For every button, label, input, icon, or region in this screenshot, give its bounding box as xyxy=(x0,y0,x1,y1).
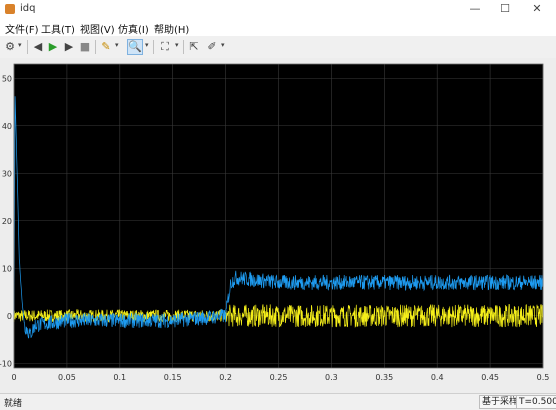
highlight-dropdown-icon[interactable]: ▾ xyxy=(115,41,121,49)
fit-dropdown-icon[interactable]: ▾ xyxy=(175,41,181,49)
toolbar-separator xyxy=(153,40,154,54)
y-tick-label: 50 xyxy=(2,74,12,83)
y-tick-label: 30 xyxy=(2,169,12,178)
x-tick-label: 0.4 xyxy=(431,373,444,382)
x-tick-label: 0.2 xyxy=(219,373,232,382)
x-tick-label: 0.3 xyxy=(325,373,338,382)
toolbar: ⚙ ▾ ◀ ▶ ▶ ■ ✎ ▾ 🔍 ▾ ⛶ ▾ ⇱ ✐ ▾ xyxy=(0,36,556,59)
scope-plot-area[interactable]: 0 0.05 0.1 0.15 0.2 0.25 0.3 0.35 0.4 0.45 0.5 -10 0… xyxy=(0,58,556,393)
style-icon[interactable]: ✐ xyxy=(205,40,219,54)
scope-axes[interactable]: 0 0.05 0.1 0.15 0.2 0.25 0.3 0.35 0.4 0.45 0.5 -10 0… xyxy=(0,58,556,393)
title-bar: idq — ☐ ✕ xyxy=(0,0,556,18)
stop-icon[interactable]: ■ xyxy=(78,40,92,54)
x-tick-label: 0 xyxy=(11,373,16,382)
y-tick-label: 0 xyxy=(7,312,12,321)
x-tick-label: 0.25 xyxy=(270,373,288,382)
menu-view[interactable]: 视图(V) xyxy=(80,21,115,36)
x-tick-label: 0.35 xyxy=(375,373,393,382)
run-icon[interactable]: ▶ xyxy=(46,40,60,54)
settings-dropdown-icon[interactable]: ▾ xyxy=(18,41,24,49)
fit-icon[interactable]: ⛶ xyxy=(158,40,172,54)
minimize-button[interactable]: — xyxy=(460,0,490,18)
y-tick-label: 40 xyxy=(2,122,12,131)
sample-mode-indicator: 基于采样 xyxy=(479,395,522,409)
toolbar-separator xyxy=(27,40,28,54)
y-tick-label: 10 xyxy=(2,264,12,273)
x-tick-label: 0.1 xyxy=(113,373,126,382)
style-dropdown-icon[interactable]: ▾ xyxy=(221,41,227,49)
y-tick-label: -10 xyxy=(0,359,12,368)
menu-bar: 文件(F) 工具(T) 视图(V) 仿真(I) 帮助(H) xyxy=(0,18,556,36)
menu-tools[interactable]: 工具(T) xyxy=(41,21,75,36)
cursor-icon[interactable]: ⇱ xyxy=(187,40,201,54)
x-tick-label: 0.05 xyxy=(58,373,76,382)
close-button[interactable]: ✕ xyxy=(522,0,552,18)
menu-file[interactable]: 文件(F) xyxy=(5,21,39,36)
zoom-dropdown-icon[interactable]: ▾ xyxy=(145,41,151,49)
x-tick-label: 0.45 xyxy=(481,373,499,382)
toolbar-separator xyxy=(183,40,184,54)
menu-simulation[interactable]: 仿真(I) xyxy=(118,21,149,36)
maximize-button[interactable]: ☐ xyxy=(490,0,520,18)
step-back-icon[interactable]: ◀ xyxy=(31,40,45,54)
window-title: idq xyxy=(20,3,36,14)
app-icon xyxy=(5,4,15,14)
x-tick-label: 0.5 xyxy=(537,373,550,382)
x-tick-label: 0.15 xyxy=(164,373,182,382)
y-tick-label: 20 xyxy=(2,217,12,226)
status-ready: 就绪 xyxy=(4,399,23,409)
highlight-icon[interactable]: ✎ xyxy=(99,40,113,54)
step-forward-icon[interactable]: ▶ xyxy=(62,40,76,54)
simulation-time: T=0.500 xyxy=(516,395,556,409)
zoom-icon[interactable]: 🔍 xyxy=(127,39,143,55)
menu-help[interactable]: 帮助(H) xyxy=(154,21,189,36)
status-bar: 就绪 基于采样 T=0.500 xyxy=(0,393,556,410)
toolbar-separator xyxy=(95,40,96,54)
settings-icon[interactable]: ⚙ xyxy=(3,40,17,54)
